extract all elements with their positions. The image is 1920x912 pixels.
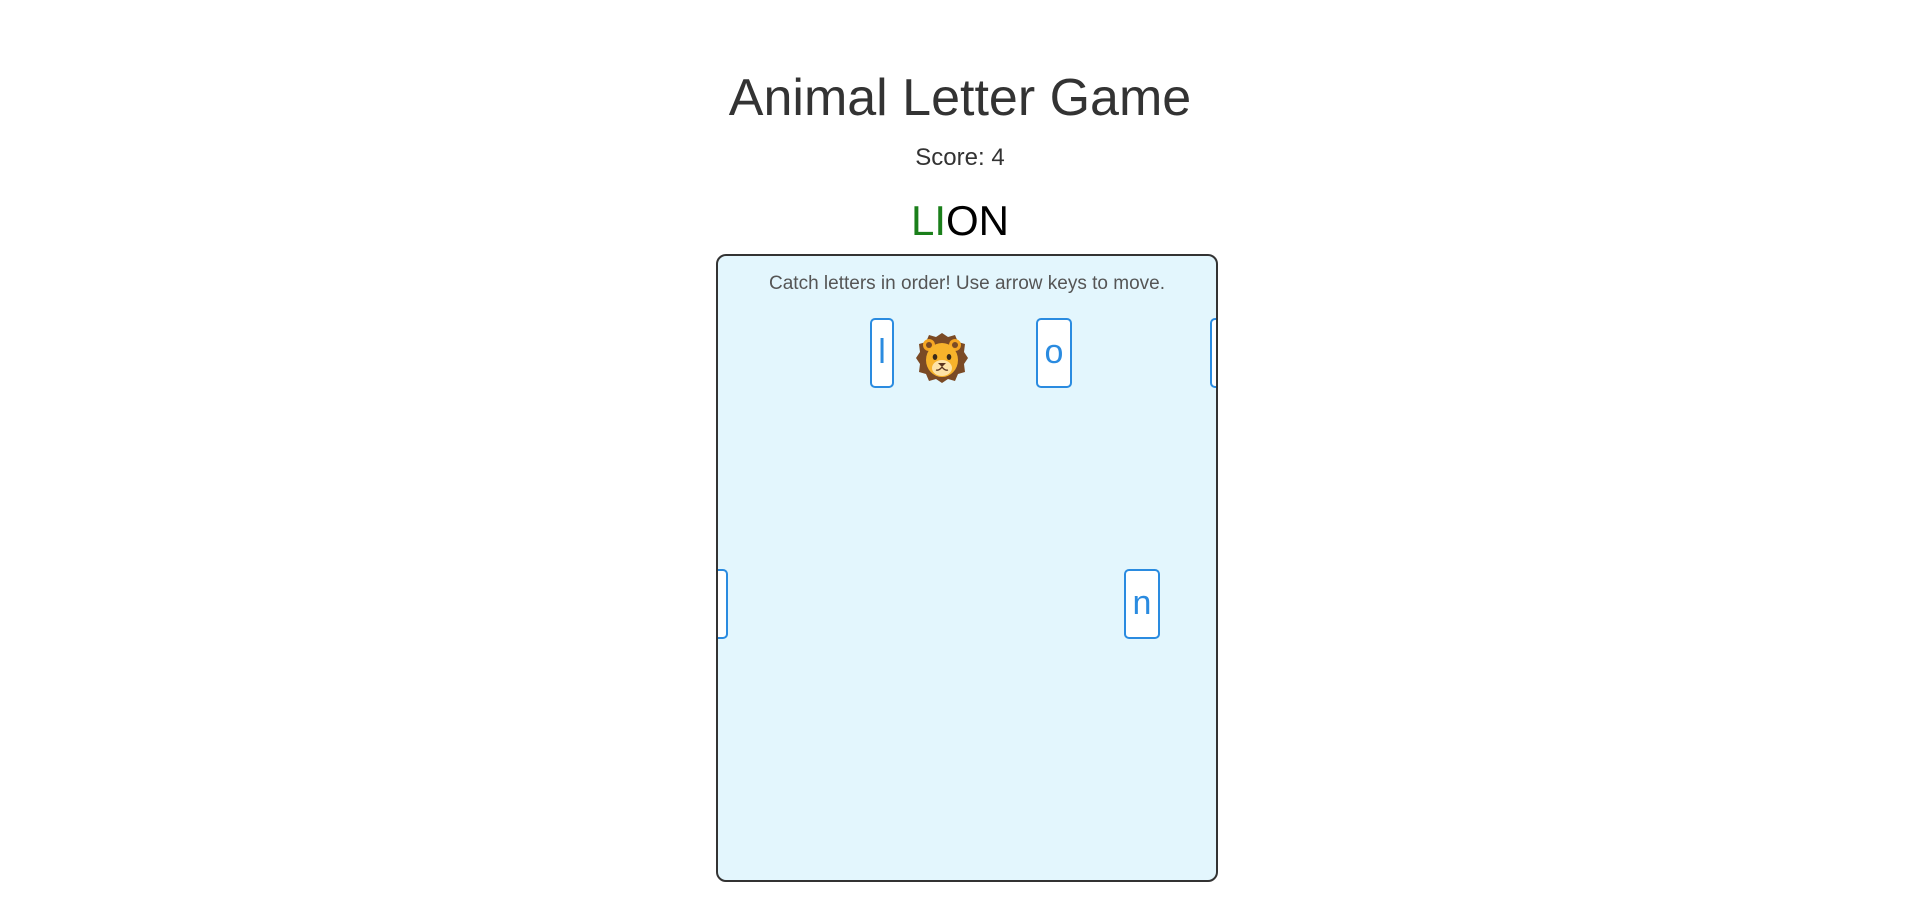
falling-letter-tile-partial bbox=[1210, 318, 1216, 388]
falling-letter: n bbox=[1132, 584, 1152, 622]
page-title: Animal Letter Game bbox=[728, 69, 1192, 127]
game-page: Animal Letter Game Score: 4 LION Catch l… bbox=[0, 0, 1920, 912]
falling-letter-tile: o bbox=[1036, 318, 1072, 388]
player-lion-icon[interactable] bbox=[914, 330, 970, 386]
lion-icon bbox=[916, 333, 968, 383]
score-display: Score: 4 bbox=[915, 144, 1005, 171]
caught-letters: LI bbox=[910, 197, 947, 244]
falling-letter-tile: n bbox=[1124, 569, 1160, 639]
pending-letters: ON bbox=[946, 197, 1010, 244]
instructions-text: Catch letters in order! Use arrow keys t… bbox=[769, 273, 1165, 294]
falling-letter: o bbox=[1044, 333, 1064, 371]
falling-letter-tile: l bbox=[870, 318, 894, 388]
falling-letter: l bbox=[878, 333, 886, 371]
falling-letter-tile-partial bbox=[718, 569, 728, 639]
game-board[interactable]: Catch letters in order! Use arrow keys t… bbox=[716, 254, 1218, 882]
target-word: LION bbox=[0, 196, 1920, 246]
